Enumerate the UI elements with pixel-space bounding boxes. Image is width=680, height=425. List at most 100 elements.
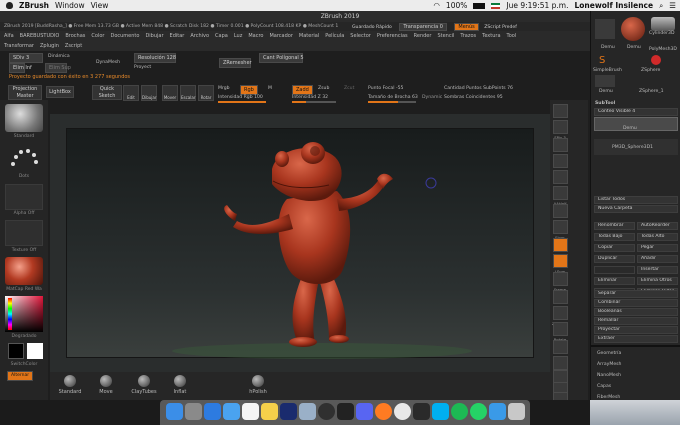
move-button[interactable]: Mover bbox=[162, 85, 178, 101]
trash-icon[interactable] bbox=[508, 403, 525, 420]
launchpad-icon[interactable] bbox=[185, 403, 202, 420]
sdiv-slider[interactable]: SDiv 3 bbox=[9, 53, 43, 63]
zsub-toggle[interactable]: Zsub bbox=[318, 86, 329, 91]
subtool-action-button[interactable]: Insertar bbox=[637, 266, 678, 274]
subtool-action-button[interactable]: Booleanas bbox=[594, 308, 678, 316]
subtool-action-button[interactable]: Duplicar bbox=[594, 255, 635, 263]
tool-thumb-2[interactable] bbox=[621, 17, 645, 41]
material-thumbnail[interactable] bbox=[5, 257, 43, 285]
menu-item[interactable]: Material bbox=[299, 33, 319, 39]
apple-icon[interactable] bbox=[6, 2, 13, 9]
subtool-title[interactable]: SubTool bbox=[595, 101, 615, 106]
local-button[interactable] bbox=[553, 238, 568, 252]
mrgb-toggle[interactable]: Mrgb bbox=[218, 86, 230, 91]
canvas[interactable] bbox=[66, 128, 535, 359]
menu-item[interactable]: Dibujar bbox=[145, 33, 163, 39]
list-all-button[interactable]: Listar Todos bbox=[594, 196, 678, 204]
menu-item[interactable]: Textura bbox=[482, 33, 500, 39]
subtool-action-button[interactable]: AutoReorder bbox=[637, 222, 678, 230]
bottom-brush-inflat[interactable]: Inflat bbox=[160, 375, 200, 395]
folder-icon[interactable] bbox=[489, 403, 506, 420]
menu-item[interactable]: Archivo bbox=[190, 33, 209, 39]
menu-item[interactable]: Zscript bbox=[65, 43, 82, 49]
safari-icon[interactable] bbox=[204, 403, 221, 420]
mail-icon[interactable] bbox=[223, 403, 240, 420]
tool-section-header[interactable]: NanoMesh bbox=[597, 373, 621, 378]
menu-item[interactable]: Render bbox=[414, 33, 432, 39]
subtool-action-button[interactable]: Separar bbox=[594, 290, 678, 298]
z-intensity-track[interactable] bbox=[292, 101, 336, 103]
edit-button[interactable]: Edit bbox=[123, 85, 139, 101]
transparency-slider[interactable]: Transparencia 0 bbox=[399, 23, 447, 31]
frog-model[interactable] bbox=[67, 129, 535, 359]
flag-icon[interactable] bbox=[491, 2, 501, 9]
quick-sketch-button[interactable]: Quick Sketch bbox=[92, 85, 122, 100]
finder-icon[interactable] bbox=[166, 403, 183, 420]
menu-item[interactable]: Preferencias bbox=[377, 33, 408, 39]
whatsapp-icon[interactable] bbox=[470, 403, 487, 420]
bpr-button[interactable] bbox=[553, 104, 568, 118]
m-toggle[interactable]: M bbox=[268, 86, 272, 91]
subtool-action-button[interactable]: Eliminar bbox=[594, 277, 635, 285]
menu-window[interactable]: Window bbox=[55, 1, 85, 10]
brush-thumbnail[interactable] bbox=[5, 104, 43, 132]
rotate-button[interactable] bbox=[553, 322, 568, 336]
tool-section-header[interactable]: Capas bbox=[597, 384, 611, 389]
tool-section-header[interactable]: ArrayMesh bbox=[597, 362, 621, 367]
draw-size-track[interactable] bbox=[368, 101, 416, 103]
menu-item[interactable]: Zplugin bbox=[40, 43, 59, 49]
menu-item[interactable]: Macro bbox=[248, 33, 263, 39]
subtool-action-button[interactable] bbox=[594, 266, 635, 274]
tool-thumb-demu[interactable] bbox=[595, 75, 615, 87]
menu-item[interactable]: Marcador bbox=[269, 33, 292, 39]
menu-item[interactable]: Tool bbox=[507, 33, 517, 39]
rotate-button[interactable]: Rotar bbox=[198, 85, 214, 101]
subtool-action-button[interactable]: Todas Bajo bbox=[594, 233, 635, 241]
zbrush-icon[interactable] bbox=[413, 403, 430, 420]
subtool-action-button[interactable]: Elimina Otros bbox=[637, 277, 678, 285]
menu-item[interactable]: Documento bbox=[110, 33, 139, 39]
zremesher-button[interactable]: ZRemesher bbox=[219, 58, 252, 68]
bottom-brush-move[interactable]: Move bbox=[86, 375, 126, 395]
menu-item[interactable]: Color bbox=[91, 33, 104, 39]
subtool-action-button[interactable]: Extraer bbox=[594, 335, 678, 343]
tool-thumb-1[interactable] bbox=[595, 19, 615, 39]
subtool-action-button[interactable]: Copiar bbox=[594, 244, 635, 252]
zadd-toggle[interactable]: Zadd bbox=[292, 85, 313, 95]
menu-item[interactable]: Brochas bbox=[65, 33, 85, 39]
main-color-swatch[interactable] bbox=[8, 343, 24, 359]
subtool-action-button[interactable]: Añadir bbox=[637, 255, 678, 263]
simplebrush-icon[interactable]: S bbox=[599, 55, 611, 67]
visible-count-slider[interactable]: Conteo Visible 4 bbox=[594, 108, 678, 116]
linefill-button[interactable] bbox=[553, 340, 568, 354]
zcut-toggle[interactable]: Zcut bbox=[344, 86, 354, 91]
lsym-button[interactable] bbox=[553, 254, 568, 268]
search-icon[interactable]: ⌕ bbox=[659, 1, 663, 11]
switch-color-button[interactable]: SwitchColor bbox=[0, 362, 48, 367]
del-lower-button[interactable]: Elim Inf bbox=[9, 63, 32, 73]
project-button[interactable]: Proyect bbox=[134, 65, 151, 70]
menu-item[interactable]: Editar bbox=[170, 33, 185, 39]
notes-icon[interactable] bbox=[261, 403, 278, 420]
z-intensity-slider[interactable]: Intensidad Z 32 bbox=[292, 95, 328, 100]
bottom-brush-standard[interactable]: Standard bbox=[50, 375, 90, 395]
dynamic-toggle[interactable]: Dynamic bbox=[422, 95, 442, 100]
quick-save-button[interactable]: Guardado Rápido bbox=[352, 25, 392, 30]
subtool-action-button[interactable]: Combinar bbox=[594, 299, 678, 307]
photoshop-icon[interactable] bbox=[280, 403, 297, 420]
target-polys-slider[interactable]: Cant Polígonal 5 bbox=[259, 53, 304, 63]
dynamesh-button[interactable]: DynaMesh bbox=[96, 60, 120, 65]
spix-button[interactable] bbox=[553, 120, 568, 134]
texture-thumbnail[interactable] bbox=[5, 220, 43, 246]
projection-master-button[interactable]: Projection Master bbox=[8, 85, 42, 100]
firefox-icon[interactable] bbox=[375, 403, 392, 420]
menu-item[interactable]: BAREBUSTUDIO bbox=[20, 33, 60, 39]
hue-strip[interactable] bbox=[8, 298, 12, 330]
lightbox-button[interactable]: LightBox bbox=[46, 86, 74, 98]
menu-view[interactable]: View bbox=[91, 1, 109, 10]
new-folder-button[interactable]: Nueva Carpeta bbox=[594, 205, 678, 213]
menus-toggle[interactable]: Menús bbox=[454, 23, 479, 31]
zoom-button[interactable] bbox=[553, 154, 568, 168]
menu-item[interactable]: Capa bbox=[215, 33, 228, 39]
secondary-color-swatch[interactable] bbox=[27, 343, 43, 359]
